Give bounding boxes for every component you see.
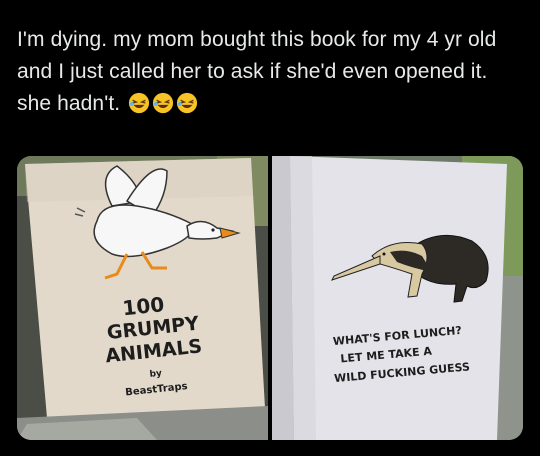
book-page-photo[interactable]: WHAT'S FOR LUNCH? LET ME TAKE A WILD FUC… — [272, 156, 523, 440]
book-cover-image: 100 GRUMPY ANIMALS by BeastTraps — [17, 156, 268, 440]
book-cover-photo[interactable]: 100 GRUMPY ANIMALS by BeastTraps — [17, 156, 268, 440]
cover-by: by — [149, 369, 162, 380]
tweet-body: I'm dying. my mom bought this book for m… — [17, 28, 497, 115]
laughing-emoji-icon — [177, 92, 198, 114]
tweet-media-grid[interactable]: 100 GRUMPY ANIMALS by BeastTraps WHAT'S … — [17, 156, 523, 440]
book-page-image: WHAT'S FOR LUNCH? LET ME TAKE A WILD FUC… — [272, 156, 523, 440]
laughing-emoji-icon — [153, 92, 174, 114]
laughing-emoji-icon — [129, 92, 150, 114]
tweet-text: I'm dying. my mom bought this book for m… — [17, 24, 522, 120]
